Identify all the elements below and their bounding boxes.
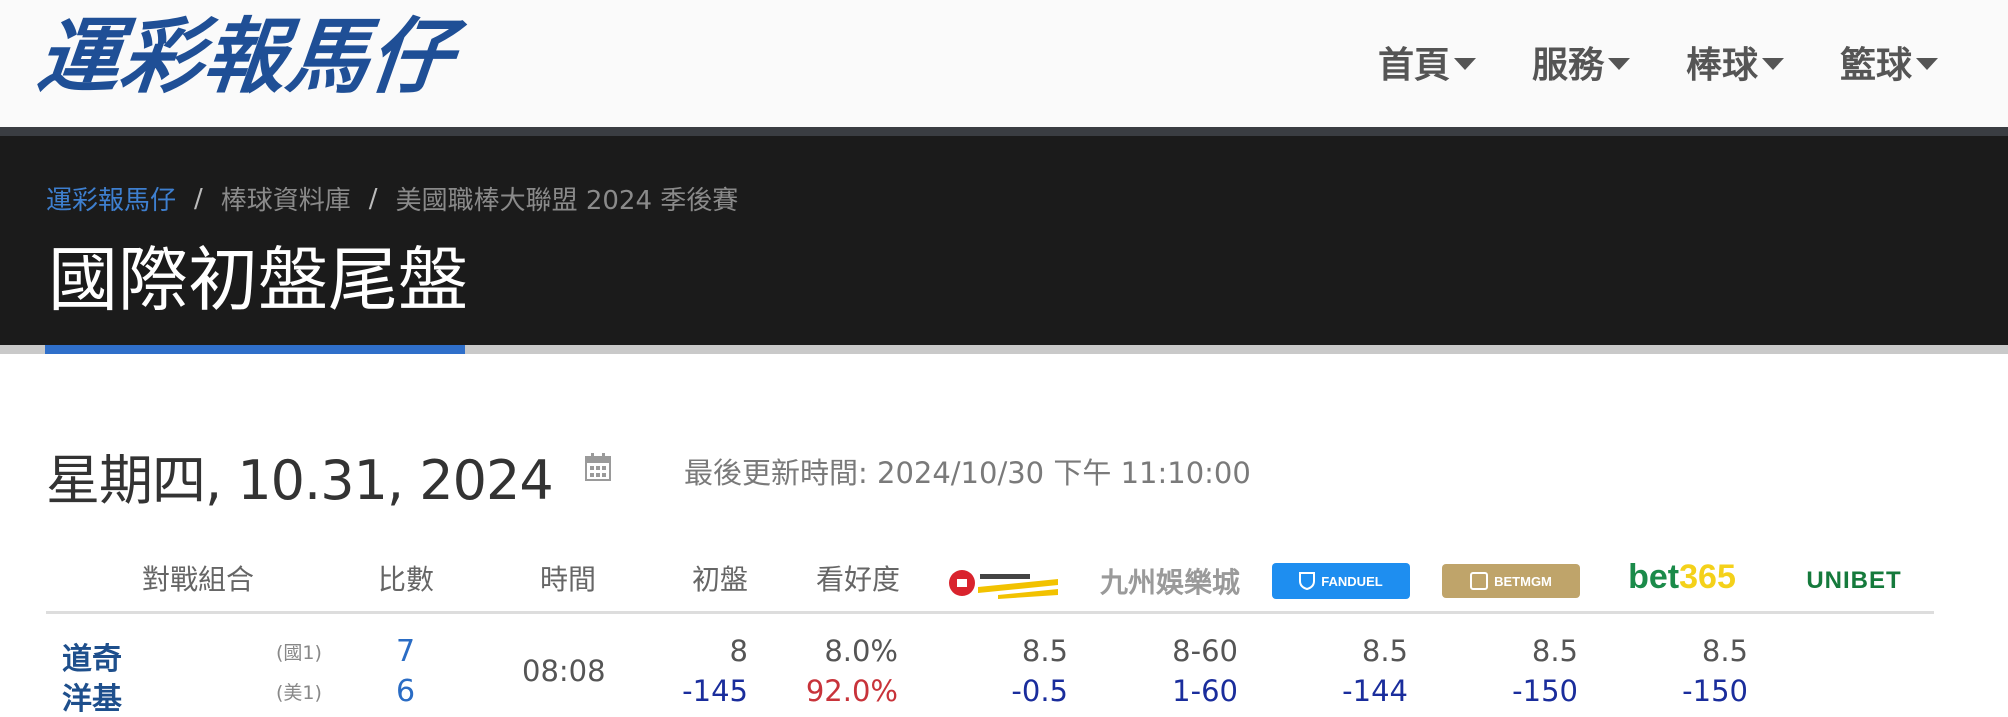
book-betmgm-odds: -150 — [1512, 674, 1578, 708]
unibet-logo: UNIBET — [1784, 560, 1924, 602]
betmgm-logo: BETMGM — [1442, 560, 1580, 602]
chevron-down-icon — [1916, 58, 1938, 70]
nav-home[interactable]: 首頁 — [1378, 36, 1476, 88]
home-team-name[interactable]: 道奇 — [62, 634, 122, 678]
chevron-down-icon — [1453, 58, 1476, 70]
site-logo[interactable]: 運彩報馬仔 — [33, 8, 459, 108]
nav-home-label: 首頁 — [1377, 45, 1450, 86]
away-score: 6 — [396, 674, 416, 709]
breadcrumb-current: 美國職棒大聯盟 2024 季後賽 — [395, 186, 739, 216]
header-favor: 看好度 — [816, 563, 901, 596]
header-time: 時間 — [540, 563, 597, 596]
breadcrumb-separator: / — [194, 183, 203, 214]
favor-away: 8.0% — [824, 634, 898, 668]
away-team-name[interactable]: 洋基 — [62, 674, 122, 717]
header-opening: 初盤 — [692, 563, 749, 596]
book-taiwan-line: 8.5 — [1021, 634, 1068, 668]
date-heading: 星期四, 10.31, 2024 — [46, 449, 554, 512]
nav-services[interactable]: 服務 — [1532, 36, 1630, 88]
book-betmgm-line: 8.5 — [1531, 634, 1578, 668]
game-time: 08:08 — [522, 654, 606, 688]
book-taiwan-odds: -0.5 — [1011, 674, 1068, 708]
opening-line: 8 — [729, 634, 748, 668]
page-title: 國際初盤尾盤 — [48, 239, 468, 321]
book-bet365-line: 8.5 — [1701, 634, 1748, 668]
jiuzhou-casino-wordmark: 九州娛樂城 — [1100, 566, 1241, 599]
nav-baseball[interactable]: 棒球 — [1686, 36, 1784, 88]
nav-basketball[interactable]: 籃球 — [1840, 36, 1938, 88]
title-band: 運彩報馬仔 / 棒球資料庫 / 美國職棒大聯盟 2024 季後賽 國際初盤尾盤 — [0, 136, 2008, 345]
fanduel-wordmark: FANDUEL — [1321, 573, 1383, 589]
nav-baseball-label: 棒球 — [1685, 45, 1758, 86]
book-fanduel-odds: -144 — [1342, 674, 1408, 708]
site-header: 運彩報馬仔 首頁 服務 棒球 籃球 — [0, 0, 2008, 127]
breadcrumb: 運彩報馬仔 / 棒球資料庫 / 美國職棒大聯盟 2024 季後賽 — [46, 180, 738, 217]
nav-services-label: 服務 — [1531, 45, 1604, 86]
band-accent-bar — [45, 345, 465, 354]
last-updated: 最後更新時間: 2024/10/30 下午 11:10:00 — [684, 456, 1251, 490]
breadcrumb-separator: / — [368, 183, 378, 214]
home-team-tag: (國1) — [276, 642, 322, 664]
breadcrumb-home-link[interactable]: 運彩報馬仔 — [46, 180, 176, 217]
fanduel-logo: FANDUEL — [1272, 560, 1410, 602]
unibet-wordmark: UNIBET — [1806, 567, 1902, 594]
book-bet365-odds: -150 — [1682, 674, 1748, 708]
opening-odds: -145 — [682, 674, 748, 708]
bet365-wordmark: bet365 — [1628, 557, 1736, 596]
main-nav: 首頁 服務 棒球 籃球 — [1378, 36, 1938, 88]
nav-basketball-label: 籃球 — [1839, 45, 1912, 86]
jiuzhou-casino-logo: 九州娛樂城 — [1100, 560, 1240, 602]
bet365-logo: bet365 — [1612, 556, 1752, 598]
chevron-down-icon — [1607, 58, 1630, 70]
home-score: 7 — [396, 634, 416, 669]
table-header: 對戰組合 比數 時間 初盤 看好度 九州娛樂城 FANDUEL BETMGM b… — [46, 552, 1934, 612]
header-divider — [0, 127, 2008, 136]
favor-home: 92.0% — [805, 674, 898, 708]
book-jiuzhou-line: 8-60 — [1172, 634, 1238, 668]
table-header-divider — [46, 611, 1934, 614]
chevron-down-icon — [1761, 58, 1784, 70]
breadcrumb-database: 棒球資料庫 — [220, 186, 351, 216]
away-team-tag: (美1) — [276, 682, 322, 704]
header-score: 比數 — [378, 563, 435, 596]
calendar-icon[interactable] — [584, 452, 612, 482]
taiwan-sportslottery-logo — [948, 562, 1060, 604]
book-fanduel-line: 8.5 — [1361, 634, 1408, 668]
book-jiuzhou-odds: 1-60 — [1172, 674, 1238, 708]
betmgm-wordmark: BETMGM — [1494, 573, 1552, 589]
header-matchup: 對戰組合 — [142, 563, 255, 596]
